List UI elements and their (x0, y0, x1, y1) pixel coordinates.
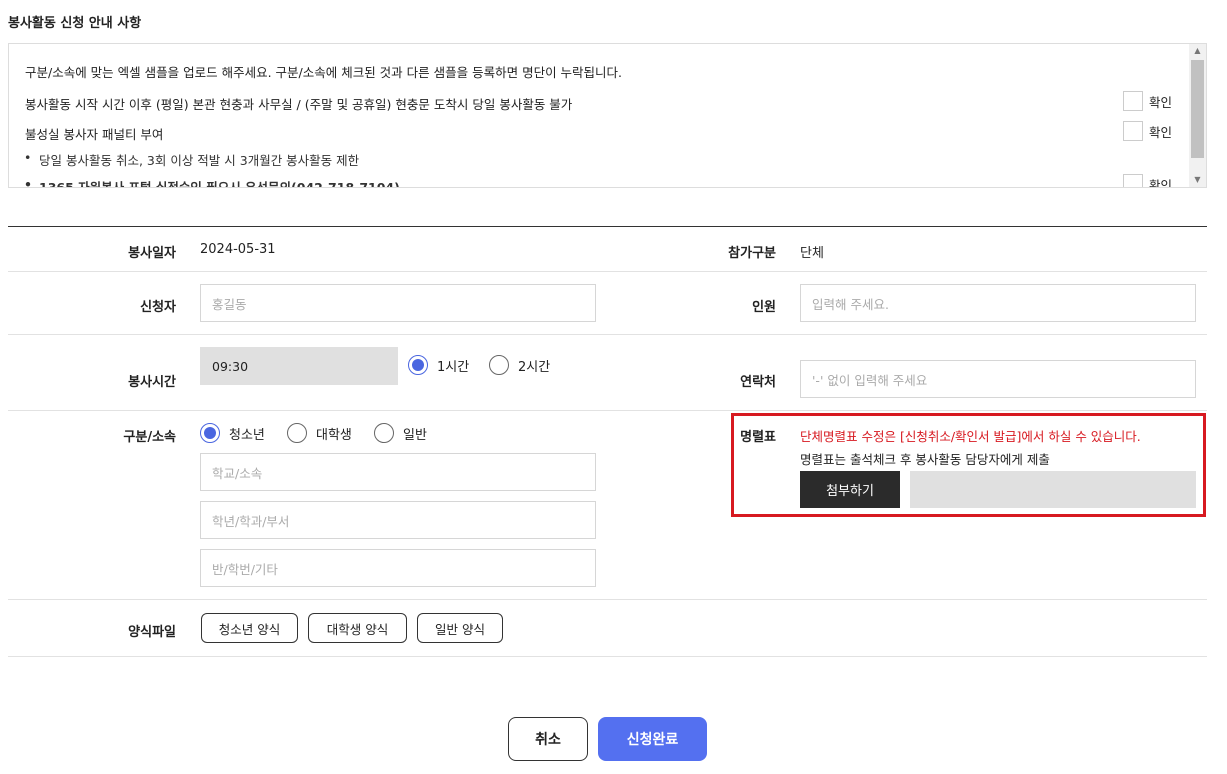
duration-radio-2[interactable]: 2시간 (489, 355, 550, 375)
confirm-label: 확인 (1149, 124, 1173, 140)
youth-template-button[interactable]: 청소년 양식 (201, 613, 298, 643)
radio-label: 대학생 (316, 427, 352, 443)
contact-label: 연락처 (740, 375, 776, 390)
class-input[interactable]: 반/학번/기타 (200, 549, 596, 587)
radio-label: 1시간 (437, 359, 470, 375)
roster-warning: 단체명렬표 수정은 [신청취소/확인서 발급]에서 하실 수 있습니다. (800, 429, 1141, 444)
attach-button[interactable]: 첨부하기 (800, 471, 900, 508)
notice-title: 봉사활동 신청 안내 사항 (8, 16, 142, 31)
category-radio-3[interactable]: 일반 (374, 423, 427, 443)
radio-selected-icon[interactable] (200, 423, 220, 443)
duration-radio-1[interactable]: 1시간 (408, 355, 469, 375)
radio-selected-icon[interactable] (408, 355, 428, 375)
category-label: 구분/소속 (123, 430, 176, 445)
notice-scrollbar[interactable]: ▲ ▼ (1189, 44, 1206, 187)
confirm-checkbox-1[interactable]: 확인 (1123, 91, 1172, 111)
template-label: 양식파일 (128, 625, 176, 640)
college-template-button[interactable]: 대학생 양식 (308, 613, 407, 643)
notice-line-3: 불성실 봉사자 패널티 부여 (25, 127, 164, 142)
date-value: 2024-05-31 (200, 242, 276, 257)
confirm-label: 확인 (1149, 177, 1173, 188)
contact-input[interactable]: '-' 없이 입력해 주세요 (800, 360, 1196, 398)
roster-note: 명렬표는 출석체크 후 봉사활동 담당자에게 제출 (800, 452, 1050, 467)
date-label: 봉사일자 (128, 246, 176, 261)
school-input[interactable]: 학교/소속 (200, 453, 596, 491)
radio-label: 일반 (403, 427, 427, 443)
notice-line-1: 구분/소속에 맞는 엑셀 샘플을 업로드 해주세요. 구분/소속에 체크된 것과… (25, 65, 623, 80)
divider (8, 271, 1207, 272)
divider (8, 656, 1207, 657)
scroll-thumb[interactable] (1191, 60, 1204, 158)
table-top-rule (8, 226, 1207, 227)
notice-box[interactable]: 구분/소속에 맞는 엑셀 샘플을 업로드 해주세요. 구분/소속에 체크된 것과… (8, 43, 1207, 188)
type-value: 단체 (800, 246, 824, 261)
type-label: 참가구분 (728, 246, 776, 261)
confirm-label: 확인 (1149, 94, 1173, 110)
radio-icon[interactable] (489, 355, 509, 375)
checkbox[interactable] (1123, 121, 1143, 141)
category-radio-2[interactable]: 대학생 (287, 423, 352, 443)
applicant-label: 신청자 (140, 300, 176, 315)
confirm-checkbox-2[interactable]: 확인 (1123, 121, 1172, 141)
checkbox[interactable] (1123, 91, 1143, 111)
roster-label: 명렬표 (740, 430, 776, 445)
checkbox[interactable] (1123, 174, 1143, 187)
time-label: 봉사시간 (128, 375, 176, 390)
grade-input[interactable]: 학년/학과/부서 (200, 501, 596, 539)
people-label: 인원 (752, 300, 776, 315)
cancel-button[interactable]: 취소 (508, 717, 588, 761)
confirm-checkbox-3[interactable]: 확인 (1123, 174, 1173, 188)
general-template-button[interactable]: 일반 양식 (417, 613, 503, 643)
applicant-input[interactable]: 홍길동 (200, 284, 596, 322)
divider (8, 410, 1207, 411)
divider (8, 334, 1207, 335)
notice-line-4: 당일 봉사활동 취소, 3회 이상 적발 시 3개월간 봉사활동 제한 (24, 150, 359, 169)
submit-button[interactable]: 신청완료 (598, 717, 707, 761)
scroll-up-icon[interactable]: ▲ (1189, 44, 1206, 58)
radio-label: 청소년 (229, 427, 265, 443)
radio-label: 2시간 (518, 359, 551, 375)
scroll-down-icon[interactable]: ▼ (1189, 173, 1206, 187)
people-input[interactable]: 입력해 주세요. (800, 284, 1196, 322)
category-radio-1[interactable]: 청소년 (200, 423, 265, 443)
radio-icon[interactable] (374, 423, 394, 443)
divider (8, 599, 1207, 600)
time-select[interactable]: 09:30 (200, 347, 398, 385)
radio-icon[interactable] (287, 423, 307, 443)
notice-line-2: 봉사활동 시작 시간 이후 (평일) 본관 현충과 사무실 / (주말 및 공휴… (25, 97, 573, 112)
attached-file-field[interactable] (910, 471, 1196, 508)
notice-line-5: 1365 자원봉사 포털 실적승인 필요시 유선문의(042-718-7104) (24, 177, 400, 187)
